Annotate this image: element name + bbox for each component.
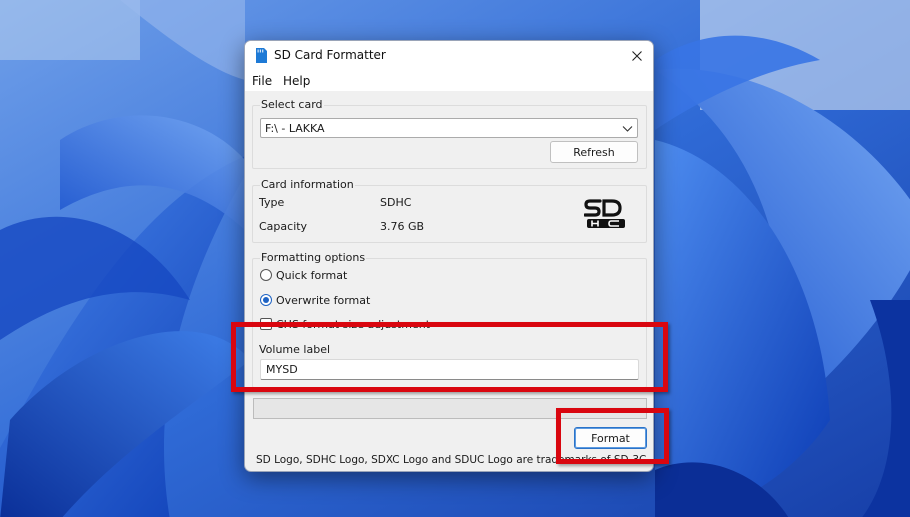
sd-card-app-icon [256,48,267,63]
menu-help[interactable]: Help [283,74,310,88]
card-capacity-label: Capacity [259,220,308,233]
overwrite-format-label[interactable]: Overwrite format [276,294,370,307]
select-card-group: Select card F:\ - LAKKA Refresh [252,98,647,169]
card-information-group: Card information Type SDHC Capacity 3.76… [252,178,647,243]
card-information-title: Card information [260,178,355,191]
format-button-highlight [556,408,669,464]
chevron-down-icon [622,126,633,132]
close-icon [632,51,642,61]
window-title: SD Card Formatter [274,48,386,62]
overwrite-format-radio[interactable] [260,294,272,306]
volume-label-highlight [231,322,668,392]
select-card-title: Select card [260,98,324,111]
card-select-value: F:\ - LAKKA [265,122,325,135]
card-type-value: SDHC [380,196,412,209]
quick-format-label[interactable]: Quick format [276,269,347,282]
menu-file[interactable]: File [252,74,272,88]
sdhc-logo [584,199,625,228]
formatting-options-title: Formatting options [260,251,367,264]
card-select-dropdown[interactable]: F:\ - LAKKA [260,118,638,138]
menu-bar: File Help [245,71,653,91]
card-capacity-value: 3.76 GB [380,220,425,233]
close-button[interactable] [621,41,653,71]
title-bar: SD Card Formatter [245,41,653,71]
quick-format-radio[interactable] [260,269,272,281]
card-type-label: Type [259,196,285,209]
refresh-button[interactable]: Refresh [550,141,638,163]
